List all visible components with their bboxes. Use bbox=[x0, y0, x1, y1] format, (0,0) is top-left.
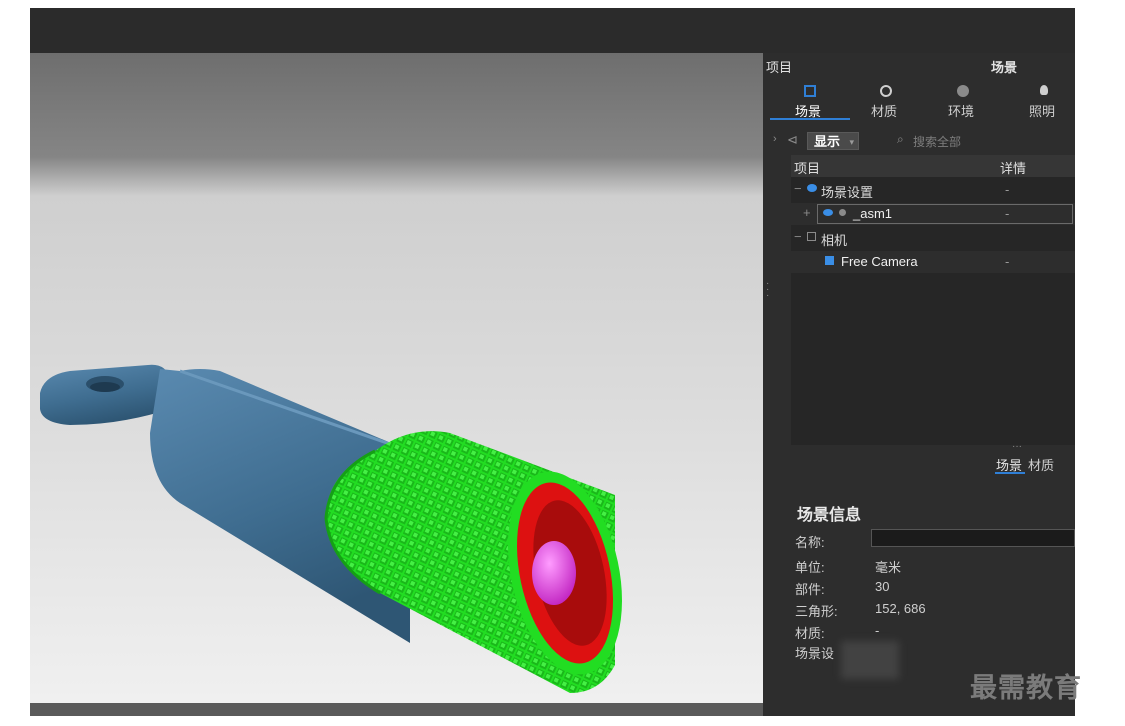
watermark-text: 最需教育 bbox=[970, 673, 1082, 704]
tree-row-label: _asm1 bbox=[853, 206, 893, 221]
show-dropdown-label: 显示 bbox=[814, 134, 841, 149]
show-dropdown[interactable]: 显示 ▾ bbox=[807, 132, 859, 150]
tab-material[interactable]: 材质 bbox=[871, 101, 897, 120]
info-tab-material[interactable]: 材质 bbox=[1028, 455, 1054, 474]
lighting-icon bbox=[1040, 85, 1048, 95]
rendered-scene[interactable] bbox=[30, 53, 763, 703]
tree-header: 项目 详情 bbox=[791, 155, 1075, 177]
collapse-icon[interactable]: − bbox=[794, 229, 802, 244]
collapse-arrow-icon[interactable]: › bbox=[773, 133, 777, 145]
camera-icon bbox=[807, 232, 816, 241]
tree-row-label: 相机 bbox=[821, 233, 848, 248]
environment-icon bbox=[957, 85, 969, 97]
scene-settings-icon bbox=[807, 184, 817, 192]
unit-label: 单位: bbox=[795, 560, 825, 575]
application-window: 项目 场景 场景 材质 环境 照明 › ⊲ 显示 ▾ ⌕ 搜索全部 项目 详情 … bbox=[30, 8, 1075, 716]
camera-icon bbox=[825, 256, 834, 265]
chevron-down-icon: ▾ bbox=[849, 137, 854, 147]
resize-handle-icon[interactable]: · · · bbox=[766, 279, 769, 301]
tree-row-label: 场景设置 bbox=[821, 185, 874, 200]
scene-label: 场景设 bbox=[795, 646, 835, 661]
panel-tabs: 场景 材质 环境 照明 bbox=[763, 73, 1075, 123]
expand-icon[interactable]: + bbox=[803, 205, 811, 220]
search-icon: ⌕ bbox=[897, 132, 904, 146]
triangles-value: 152, 686 bbox=[875, 601, 926, 616]
unit-value: 毫米 bbox=[875, 560, 902, 575]
info-tabs: ··· 场景 材质 bbox=[763, 441, 1075, 475]
assembly-icon bbox=[839, 209, 846, 216]
tab-lighting[interactable]: 照明 bbox=[1029, 101, 1055, 120]
scene-icon bbox=[804, 85, 816, 97]
filter-icon[interactable]: ⊲ bbox=[787, 132, 798, 148]
triangles-label: 三角形: bbox=[795, 604, 838, 619]
material-icon bbox=[880, 85, 892, 97]
watermark-overlay bbox=[841, 641, 899, 679]
eye-icon[interactable] bbox=[823, 209, 833, 216]
name-field[interactable] bbox=[871, 529, 1075, 547]
collapse-icon[interactable]: − bbox=[794, 181, 802, 196]
parts-value: 30 bbox=[875, 579, 890, 594]
scene-tree-panel: 项目 场景 场景 材质 环境 照明 › ⊲ 显示 ▾ ⌕ 搜索全部 项目 详情 … bbox=[763, 53, 1075, 716]
active-tab-indicator bbox=[995, 472, 1025, 474]
name-label: 名称: bbox=[795, 535, 825, 550]
scene-tree: 项目 详情 − 场景设置 - + _asm1 - − 相机 Free Camer… bbox=[791, 155, 1075, 445]
tab-environment[interactable]: 环境 bbox=[948, 101, 974, 120]
tree-row-detail: - bbox=[1005, 182, 1010, 197]
drag-handle-icon[interactable]: ··· bbox=[1012, 441, 1022, 452]
search-input[interactable]: 搜索全部 bbox=[913, 133, 961, 150]
column-project[interactable]: 项目 bbox=[794, 158, 820, 177]
tree-row-asm1[interactable]: + _asm1 - bbox=[791, 203, 1075, 225]
tree-row-cameras[interactable]: − 相机 bbox=[791, 227, 1075, 249]
column-details[interactable]: 详情 bbox=[1000, 158, 1026, 177]
3d-viewport[interactable] bbox=[30, 53, 763, 703]
materials-value: - bbox=[875, 623, 880, 638]
parts-label: 部件: bbox=[795, 582, 825, 597]
tree-row-label: Free Camera bbox=[841, 254, 918, 269]
viewport-bottom-bar bbox=[30, 703, 763, 716]
materials-label: 材质: bbox=[795, 626, 825, 641]
filter-bar: › ⊲ 显示 ▾ ⌕ 搜索全部 bbox=[763, 127, 1075, 153]
tree-row-scene-settings[interactable]: − 场景设置 - bbox=[791, 179, 1075, 201]
tree-row-free-camera[interactable]: Free Camera - bbox=[791, 251, 1075, 273]
active-tab-indicator bbox=[770, 118, 850, 120]
top-toolbar bbox=[30, 8, 1075, 53]
tree-row-detail: - bbox=[1005, 206, 1010, 221]
scene-info-title: 场景信息 bbox=[797, 505, 862, 524]
tree-row-detail: - bbox=[1005, 254, 1010, 269]
